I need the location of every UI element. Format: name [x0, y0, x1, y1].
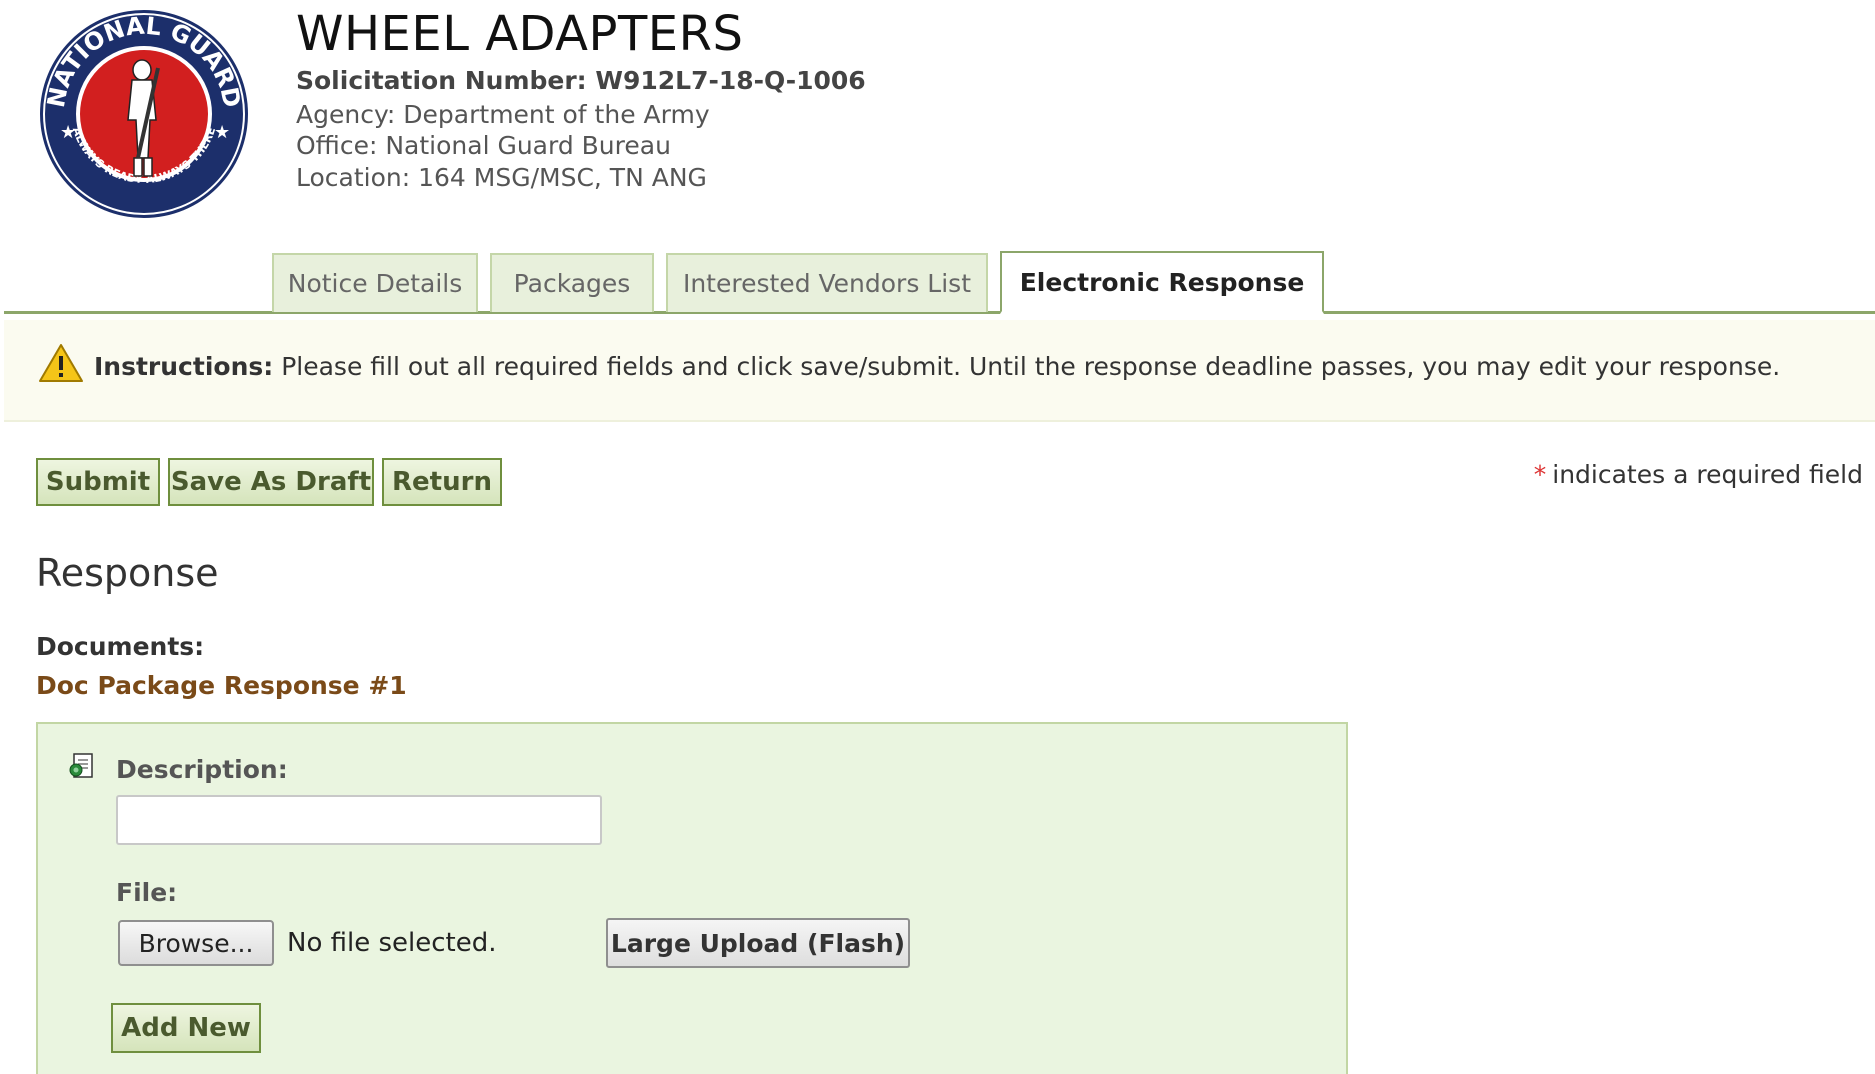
- documents-label: Documents:: [36, 632, 205, 661]
- national-guard-logo: NATIONAL GUARD ALWAYS READY ALWAYS THERE…: [40, 10, 248, 218]
- instructions-body: Please fill out all required fields and …: [273, 352, 1781, 381]
- agency-text: Agency: Department of the Army: [296, 100, 710, 129]
- add-new-button[interactable]: Add New: [111, 1003, 261, 1053]
- save-as-draft-button[interactable]: Save As Draft: [168, 458, 374, 506]
- browse-button[interactable]: Browse...: [118, 920, 274, 966]
- instructions-text: Instructions: Please fill out all requir…: [94, 352, 1780, 381]
- tab-interested-vendors-list[interactable]: Interested Vendors List: [666, 253, 988, 312]
- instructions-label: Instructions:: [94, 352, 274, 381]
- required-field-note: * indicates a required field: [1534, 460, 1863, 489]
- file-status-text: No file selected.: [287, 928, 497, 958]
- tab-electronic-response[interactable]: Electronic Response: [1000, 251, 1324, 314]
- description-label: Description:: [116, 755, 288, 784]
- svg-text:★: ★: [60, 122, 76, 143]
- notice-header: NATIONAL GUARD ALWAYS READY ALWAYS THERE…: [0, 0, 1875, 240]
- description-input[interactable]: [116, 795, 602, 845]
- return-button[interactable]: Return: [382, 458, 502, 506]
- office-text: Office: National Guard Bureau: [296, 131, 671, 160]
- document-icon: [69, 753, 93, 778]
- instructions-banner: Instructions: Please fill out all requir…: [4, 320, 1875, 422]
- required-note-text: indicates a required field: [1552, 460, 1863, 489]
- submit-button[interactable]: Submit: [36, 458, 160, 506]
- required-star: *: [1533, 460, 1547, 489]
- svg-text:★: ★: [214, 122, 230, 143]
- notice-title: WHEEL ADAPTERS: [296, 6, 744, 62]
- tab-notice-details[interactable]: Notice Details: [272, 253, 478, 312]
- tab-packages[interactable]: Packages: [490, 253, 654, 312]
- solicitation-number: Solicitation Number: W912L7-18-Q-1006: [296, 66, 866, 95]
- large-upload-button[interactable]: Large Upload (Flash): [606, 918, 910, 968]
- file-label: File:: [116, 878, 178, 907]
- response-heading: Response: [36, 551, 219, 595]
- location-text: Location: 164 MSG/MSC, TN ANG: [296, 163, 707, 192]
- doc-package-label: Doc Package Response #1: [36, 671, 407, 700]
- warning-icon: [39, 344, 83, 382]
